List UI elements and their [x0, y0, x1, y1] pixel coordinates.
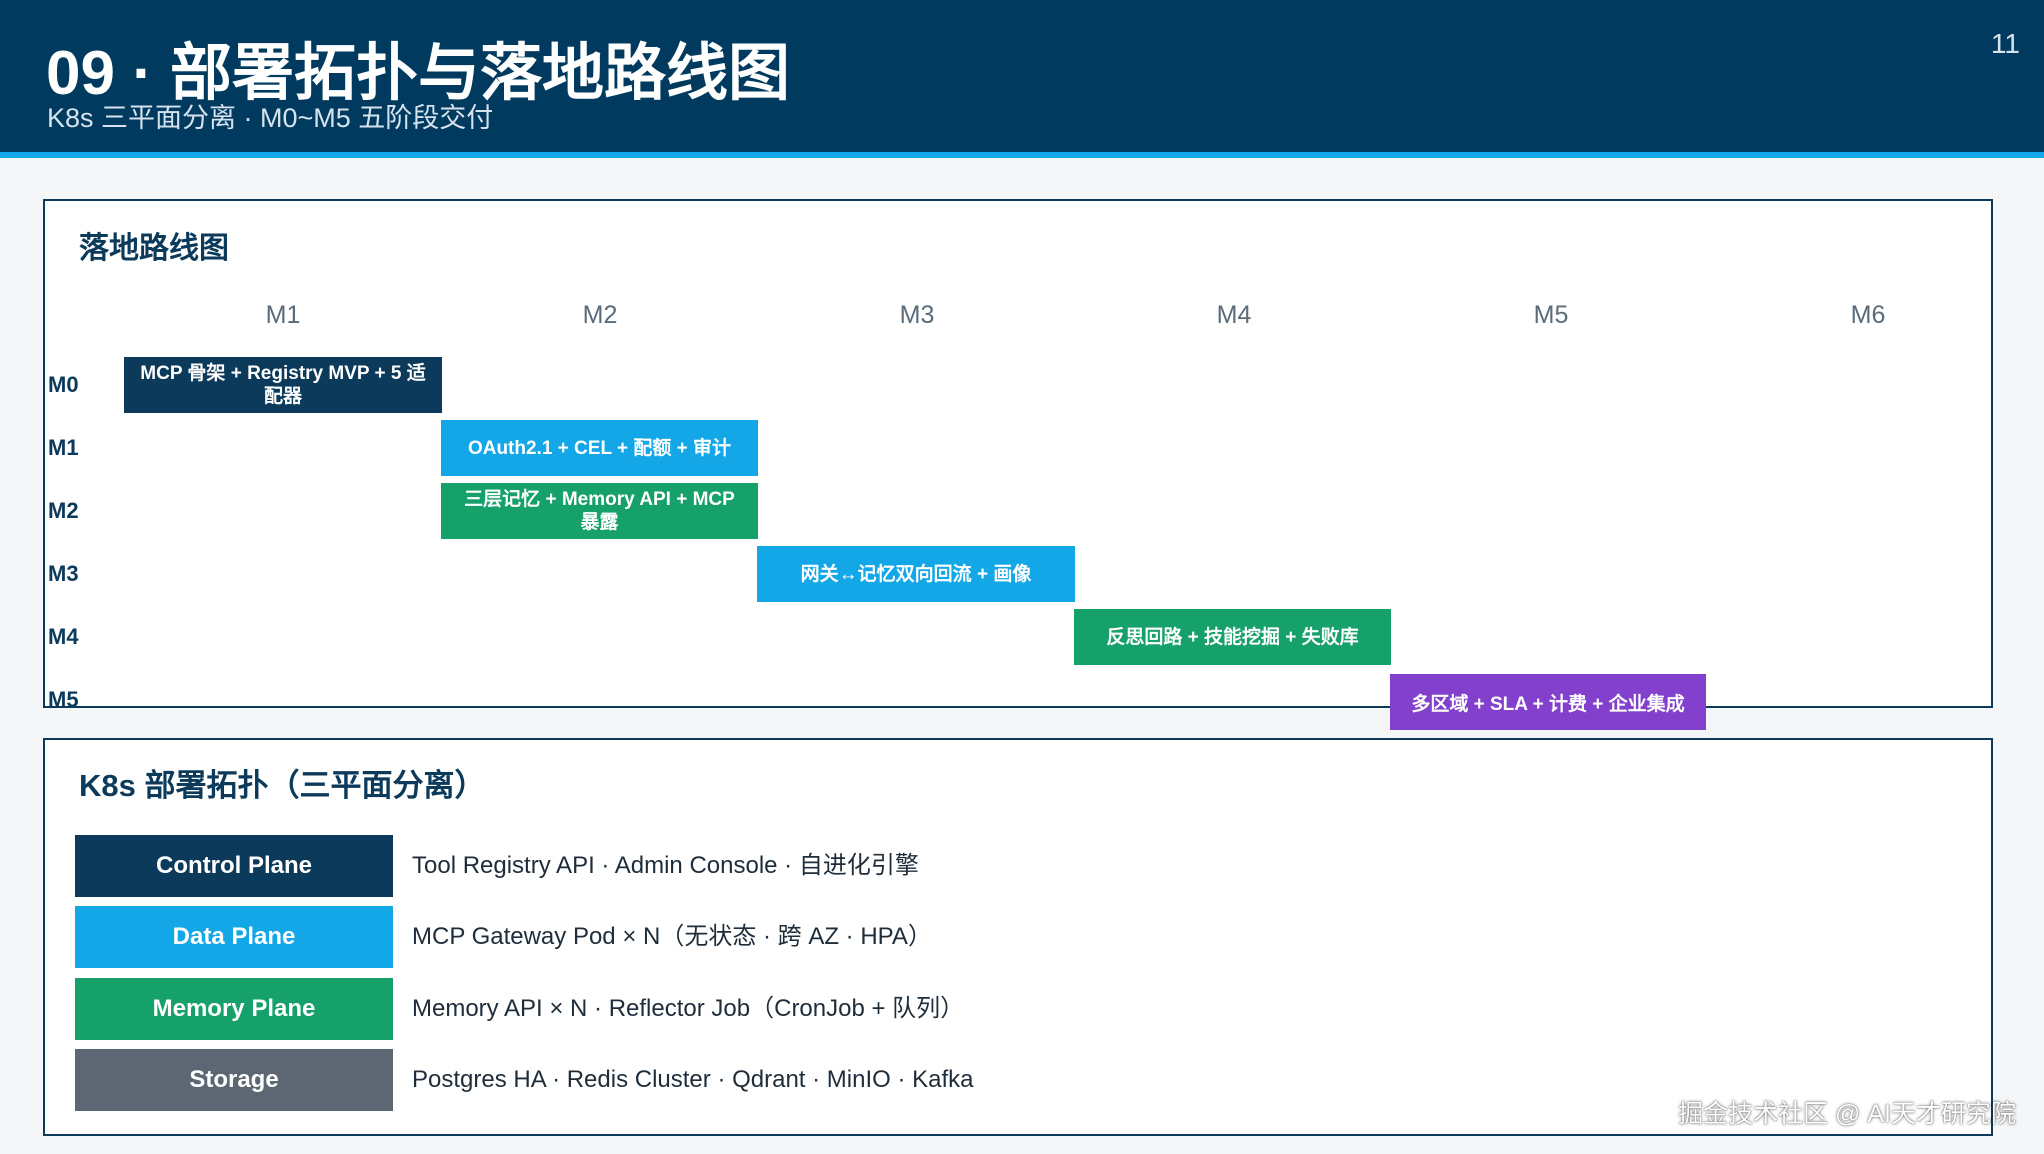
- row-label-m3: M3: [48, 561, 79, 586]
- column-header-m1: M1: [265, 301, 301, 329]
- roadmap-bar-m2: 三层记忆 + Memory API + MCP 暴露: [441, 483, 758, 539]
- plane-description-control: Tool Registry API · Admin Console · 自进化引…: [412, 852, 919, 879]
- column-header-m5: M5: [1533, 301, 1569, 329]
- row-label-m4: M4: [48, 624, 79, 649]
- row-label-m1: M1: [48, 435, 79, 460]
- plane-label-control: Control Plane: [75, 835, 393, 897]
- topology-panel: K8s 部署拓扑（三平面分离） Control Plane Tool Regis…: [43, 738, 1993, 1136]
- header-banner: 09 · 部署拓扑与落地路线图 K8s 三平面分离 · M0~M5 五阶段交付 …: [0, 0, 2044, 152]
- roadmap-bar-m4: 反思回路 + 技能挖掘 + 失败库: [1074, 609, 1391, 665]
- watermark: 掘金技术社区 @ AI天才研究院: [1678, 1100, 2016, 1128]
- column-header-m3: M3: [899, 301, 935, 329]
- roadmap-bar-m1: OAuth2.1 + CEL + 配额 + 审计: [441, 420, 758, 476]
- column-header-m2: M2: [582, 301, 618, 329]
- row-label-m0: M0: [48, 372, 79, 397]
- column-header-m6: M6: [1850, 301, 1886, 329]
- plane-description-data: MCP Gateway Pod × N（无状态 · 跨 AZ · HPA）: [412, 923, 932, 950]
- column-header-m4: M4: [1216, 301, 1252, 329]
- row-label-m5: M5: [48, 687, 79, 708]
- roadmap-bar-m3: 网关↔记忆双向回流 + 画像: [757, 546, 1075, 602]
- roadmap-title: 落地路线图: [79, 232, 229, 265]
- roadmap-bar-m5: 多区域 + SLA + 计费 + 企业集成: [1390, 674, 1706, 730]
- header-accent-line: [0, 152, 2044, 158]
- plane-description-memory: Memory API × N · Reflector Job（CronJob +…: [412, 995, 965, 1022]
- topology-title: K8s 部署拓扑（三平面分离）: [79, 768, 486, 803]
- roadmap-bar-m0: MCP 骨架 + Registry MVP + 5 适配器: [124, 357, 442, 413]
- page-subtitle: K8s 三平面分离 · M0~M5 五阶段交付: [47, 103, 494, 133]
- page-number: 11: [1990, 28, 2020, 59]
- plane-description-storage: Postgres HA · Redis Cluster · Qdrant · M…: [412, 1066, 974, 1093]
- plane-label-memory: Memory Plane: [75, 978, 393, 1040]
- plane-label-storage: Storage: [75, 1049, 393, 1111]
- row-label-m2: M2: [48, 498, 79, 523]
- roadmap-panel: 落地路线图 M1 M2 M3 M4 M5 M6 M0 M1 M2 M3 M4 M…: [43, 199, 1993, 708]
- plane-label-data: Data Plane: [75, 906, 393, 968]
